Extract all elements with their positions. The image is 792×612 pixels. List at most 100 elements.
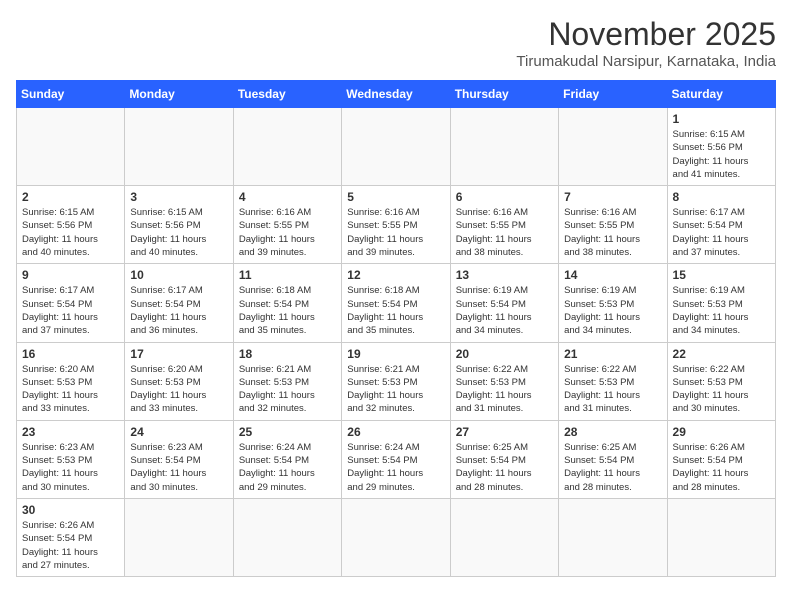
weekday-header-row: SundayMondayTuesdayWednesdayThursdayFrid… — [17, 81, 776, 108]
calendar-week-4: 23 Sunrise: 6:23 AM Sunset: 5:53 PM Dayli… — [17, 420, 776, 498]
day-number: 17 — [130, 347, 227, 361]
day-info: Sunrise: 6:15 AM Sunset: 5:56 PM Dayligh… — [130, 206, 227, 259]
calendar-cell: 13 Sunrise: 6:19 AM Sunset: 5:54 PM Dayli… — [450, 264, 558, 342]
day-number: 27 — [456, 425, 553, 439]
calendar-cell: 14Sunrise: 6:19 AM Sunset: 5:53 PM Dayli… — [559, 264, 667, 342]
calendar-cell — [342, 108, 450, 186]
day-info: Sunrise: 6:23 AM Sunset: 5:53 PM Dayligh… — [22, 441, 119, 494]
calendar-cell — [559, 108, 667, 186]
calendar-cell: 25 Sunrise: 6:24 AM Sunset: 5:54 PM Dayli… — [233, 420, 341, 498]
calendar-cell: 18Sunrise: 6:21 AM Sunset: 5:53 PM Dayli… — [233, 342, 341, 420]
calendar-week-5: 30 Sunrise: 6:26 AM Sunset: 5:54 PM Dayli… — [17, 498, 776, 576]
day-number: 22 — [673, 347, 770, 361]
calendar-cell: 16 Sunrise: 6:20 AM Sunset: 5:53 PM Dayli… — [17, 342, 125, 420]
day-info: Sunrise: 6:16 AM Sunset: 5:55 PM Dayligh… — [456, 206, 553, 259]
day-info: Sunrise: 6:19 AM Sunset: 5:53 PM Dayligh… — [673, 284, 770, 337]
day-info: Sunrise: 6:26 AM Sunset: 5:54 PM Dayligh… — [22, 519, 119, 572]
calendar-cell: 11 Sunrise: 6:18 AM Sunset: 5:54 PM Dayli… — [233, 264, 341, 342]
day-number: 30 — [22, 503, 119, 517]
day-info: Sunrise: 6:24 AM Sunset: 5:54 PM Dayligh… — [239, 441, 336, 494]
calendar-cell — [450, 498, 558, 576]
calendar-cell: 4 Sunrise: 6:16 AM Sunset: 5:55 PM Daylig… — [233, 186, 341, 264]
day-info: Sunrise: 6:26 AM Sunset: 5:54 PM Dayligh… — [673, 441, 770, 494]
day-info: Sunrise: 6:19 AM Sunset: 5:53 PM Dayligh… — [564, 284, 661, 337]
day-info: Sunrise: 6:20 AM Sunset: 5:53 PM Dayligh… — [22, 363, 119, 416]
month-title: November 2025 — [516, 16, 776, 53]
day-info: Sunrise: 6:23 AM Sunset: 5:54 PM Dayligh… — [130, 441, 227, 494]
header: General Blue November 2025 Tirumakudal N… — [16, 16, 776, 70]
day-info: Sunrise: 6:15 AM Sunset: 5:56 PM Dayligh… — [22, 206, 119, 259]
title-area: November 2025 Tirumakudal Narsipur, Karn… — [516, 16, 776, 70]
day-info: Sunrise: 6:24 AM Sunset: 5:54 PM Dayligh… — [347, 441, 444, 494]
weekday-header-wednesday: Wednesday — [342, 81, 450, 108]
calendar-cell: 10 Sunrise: 6:17 AM Sunset: 5:54 PM Dayli… — [125, 264, 233, 342]
day-number: 4 — [239, 190, 336, 204]
calendar-cell: 2 Sunrise: 6:15 AM Sunset: 5:56 PM Daylig… — [17, 186, 125, 264]
day-number: 11 — [239, 268, 336, 282]
day-info: Sunrise: 6:16 AM Sunset: 5:55 PM Dayligh… — [564, 206, 661, 259]
weekday-header-friday: Friday — [559, 81, 667, 108]
calendar-cell: 22 Sunrise: 6:22 AM Sunset: 5:53 PM Dayli… — [667, 342, 775, 420]
calendar-cell: 28Sunrise: 6:25 AM Sunset: 5:54 PM Dayli… — [559, 420, 667, 498]
day-number: 26 — [347, 425, 444, 439]
calendar-cell: 9Sunrise: 6:17 AM Sunset: 5:54 PM Daylig… — [17, 264, 125, 342]
day-number: 24 — [130, 425, 227, 439]
calendar-cell: 27 Sunrise: 6:25 AM Sunset: 5:54 PM Dayli… — [450, 420, 558, 498]
calendar-cell — [559, 498, 667, 576]
calendar-cell — [450, 108, 558, 186]
calendar-cell: 8Sunrise: 6:17 AM Sunset: 5:54 PM Daylig… — [667, 186, 775, 264]
day-number: 25 — [239, 425, 336, 439]
day-number: 15 — [673, 268, 770, 282]
calendar: SundayMondayTuesdayWednesdayThursdayFrid… — [16, 80, 776, 577]
day-info: Sunrise: 6:18 AM Sunset: 5:54 PM Dayligh… — [239, 284, 336, 337]
day-number: 6 — [456, 190, 553, 204]
day-info: Sunrise: 6:21 AM Sunset: 5:53 PM Dayligh… — [239, 363, 336, 416]
day-number: 20 — [456, 347, 553, 361]
calendar-cell: 17Sunrise: 6:20 AM Sunset: 5:53 PM Dayli… — [125, 342, 233, 420]
day-info: Sunrise: 6:17 AM Sunset: 5:54 PM Dayligh… — [22, 284, 119, 337]
day-info: Sunrise: 6:21 AM Sunset: 5:53 PM Dayligh… — [347, 363, 444, 416]
calendar-cell: 19 Sunrise: 6:21 AM Sunset: 5:53 PM Dayli… — [342, 342, 450, 420]
day-number: 23 — [22, 425, 119, 439]
day-info: Sunrise: 6:22 AM Sunset: 5:53 PM Dayligh… — [564, 363, 661, 416]
day-number: 13 — [456, 268, 553, 282]
weekday-header-saturday: Saturday — [667, 81, 775, 108]
day-number: 2 — [22, 190, 119, 204]
day-info: Sunrise: 6:15 AM Sunset: 5:56 PM Dayligh… — [673, 128, 770, 181]
day-number: 29 — [673, 425, 770, 439]
day-info: Sunrise: 6:25 AM Sunset: 5:54 PM Dayligh… — [456, 441, 553, 494]
day-info: Sunrise: 6:16 AM Sunset: 5:55 PM Dayligh… — [239, 206, 336, 259]
weekday-header-tuesday: Tuesday — [233, 81, 341, 108]
day-info: Sunrise: 6:25 AM Sunset: 5:54 PM Dayligh… — [564, 441, 661, 494]
day-info: Sunrise: 6:17 AM Sunset: 5:54 PM Dayligh… — [130, 284, 227, 337]
calendar-cell: 6 Sunrise: 6:16 AM Sunset: 5:55 PM Daylig… — [450, 186, 558, 264]
calendar-cell: 3Sunrise: 6:15 AM Sunset: 5:56 PM Daylig… — [125, 186, 233, 264]
calendar-cell: 20 Sunrise: 6:22 AM Sunset: 5:53 PM Dayli… — [450, 342, 558, 420]
calendar-cell: 30 Sunrise: 6:26 AM Sunset: 5:54 PM Dayli… — [17, 498, 125, 576]
day-number: 19 — [347, 347, 444, 361]
calendar-cell — [125, 108, 233, 186]
calendar-cell — [233, 498, 341, 576]
calendar-cell — [233, 108, 341, 186]
calendar-week-2: 9Sunrise: 6:17 AM Sunset: 5:54 PM Daylig… — [17, 264, 776, 342]
day-info: Sunrise: 6:22 AM Sunset: 5:53 PM Dayligh… — [456, 363, 553, 416]
calendar-cell: 12Sunrise: 6:18 AM Sunset: 5:54 PM Dayli… — [342, 264, 450, 342]
calendar-cell: 15 Sunrise: 6:19 AM Sunset: 5:53 PM Dayli… — [667, 264, 775, 342]
calendar-cell: 23 Sunrise: 6:23 AM Sunset: 5:53 PM Dayli… — [17, 420, 125, 498]
day-number: 8 — [673, 190, 770, 204]
calendar-cell — [667, 498, 775, 576]
calendar-cell: 26 Sunrise: 6:24 AM Sunset: 5:54 PM Dayli… — [342, 420, 450, 498]
weekday-header-thursday: Thursday — [450, 81, 558, 108]
day-info: Sunrise: 6:19 AM Sunset: 5:54 PM Dayligh… — [456, 284, 553, 337]
calendar-cell — [17, 108, 125, 186]
calendar-cell: 1 Sunrise: 6:15 AM Sunset: 5:56 PM Daylig… — [667, 108, 775, 186]
weekday-header-sunday: Sunday — [17, 81, 125, 108]
day-info: Sunrise: 6:22 AM Sunset: 5:53 PM Dayligh… — [673, 363, 770, 416]
day-number: 16 — [22, 347, 119, 361]
calendar-cell — [125, 498, 233, 576]
calendar-cell — [342, 498, 450, 576]
day-number: 10 — [130, 268, 227, 282]
day-info: Sunrise: 6:18 AM Sunset: 5:54 PM Dayligh… — [347, 284, 444, 337]
weekday-header-monday: Monday — [125, 81, 233, 108]
day-number: 1 — [673, 112, 770, 126]
